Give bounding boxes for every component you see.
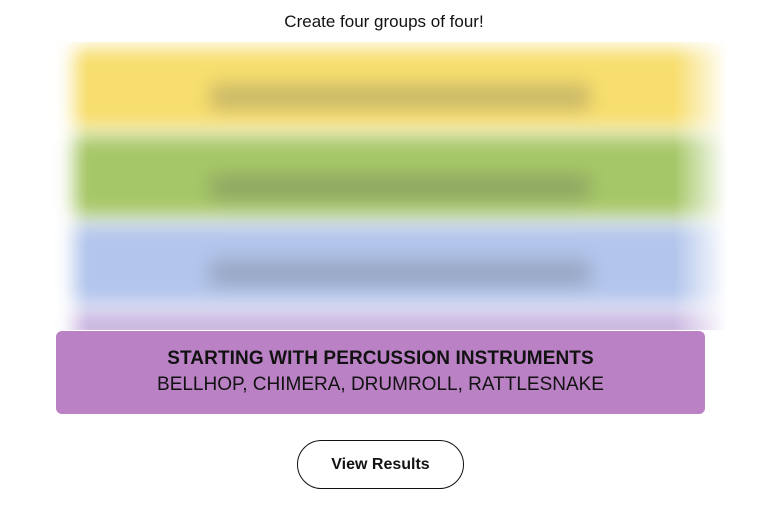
blurred-text [210, 260, 590, 286]
instructions-text: Create four groups of four! [284, 12, 484, 31]
fade-right [674, 42, 734, 330]
view-results-button[interactable]: View Results [297, 440, 464, 489]
solved-group-words: BELLHOP, CHIMERA, DRUMROLL, RATTLESNAKE [157, 374, 604, 395]
fade-left [28, 42, 88, 330]
blurred-group-purple [70, 312, 734, 330]
solved-group-category: STARTING WITH PERCUSSION INSTRUMENTS [167, 348, 594, 369]
blurred-text [210, 174, 590, 200]
blurred-text [210, 84, 590, 110]
solved-group-card: STARTING WITH PERCUSSION INSTRUMENTS BEL… [56, 331, 705, 414]
blurred-board-content [70, 48, 734, 330]
blurred-board [28, 42, 734, 330]
game-page: Create four groups of four! STARTING WIT… [0, 0, 768, 512]
